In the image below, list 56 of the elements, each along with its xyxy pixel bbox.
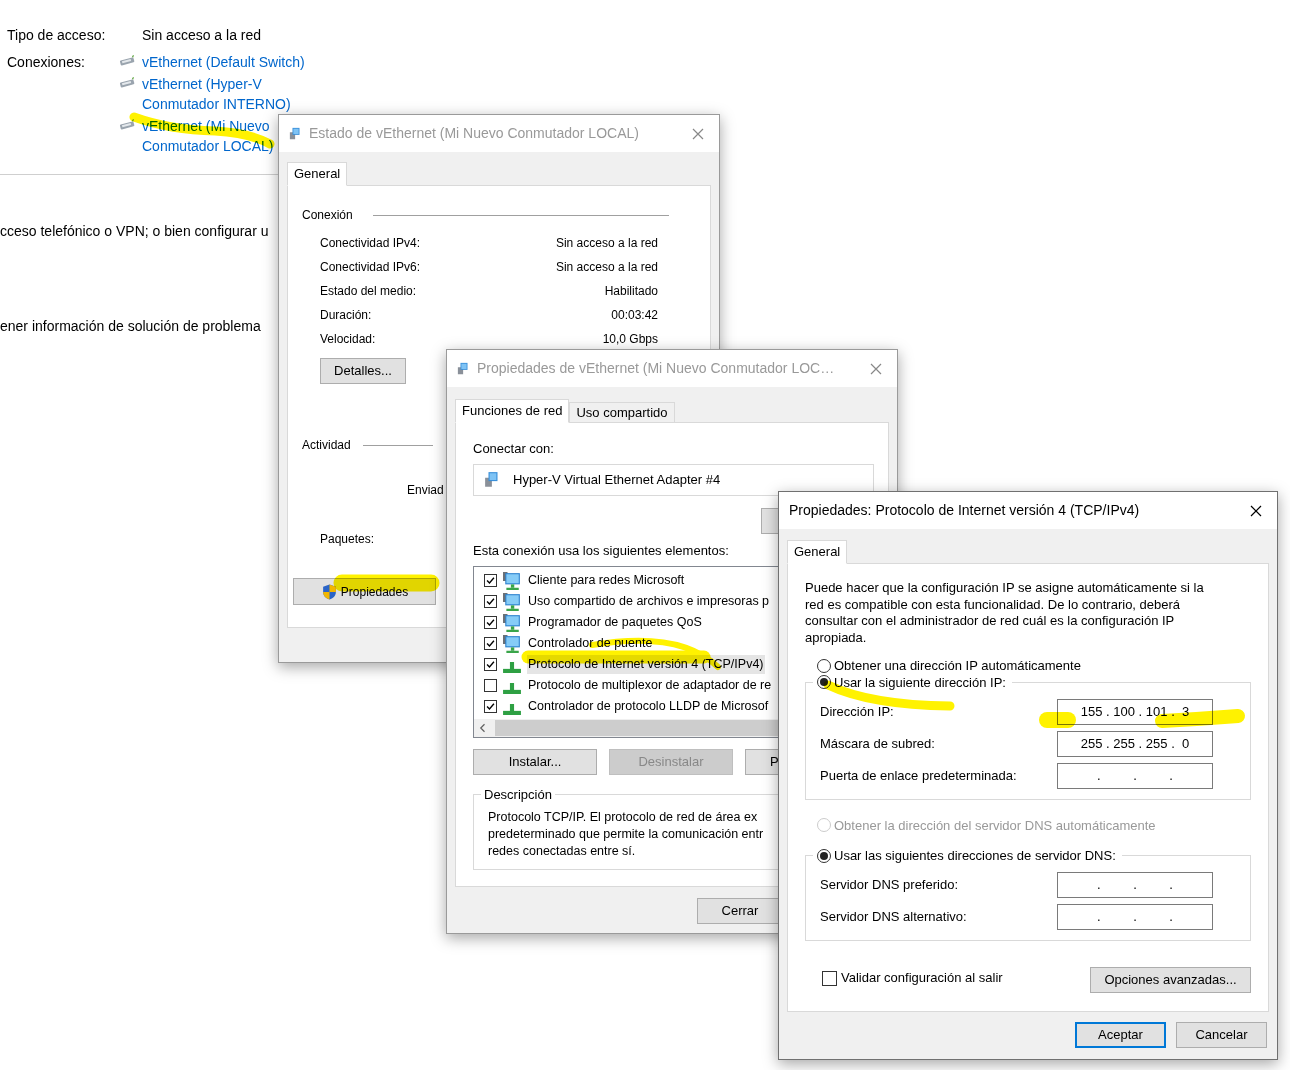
field-label: Tipo de acceso:	[7, 26, 107, 45]
field-label: Servidor DNS alternativo:	[820, 908, 967, 927]
tab[interactable]: Uso compartido	[569, 402, 675, 423]
details-button[interactable]: Detalles...	[320, 358, 406, 384]
dialog-button[interactable]: Cancelar	[1176, 1022, 1267, 1048]
connection-link[interactable]: vEthernet (Default Switch)	[142, 52, 317, 72]
list-item[interactable]: Uso compartido de archivos e impresoras p	[527, 592, 771, 611]
text-fragment: cceso telefónico o VPN; o bien configurar u	[0, 222, 269, 241]
description-text: predeterminado que permite la comunicación entr	[488, 826, 764, 843]
text-fragment: ener información de solución de problema	[0, 317, 261, 336]
field-label: Máscara de subred:	[820, 734, 935, 753]
description-text: Puede hacer que la configuración IP se asigne automáticamente si la red es compatible con esta funcionalidad. De lo contrario, deberá consultar con el administrador de red cuál es la configuración IP apropiada.	[805, 580, 1205, 646]
radio-label[interactable]: Usar las siguientes direcciones de servidor DNS:	[834, 846, 1116, 866]
ip-address-field[interactable]: . . .	[1057, 872, 1213, 898]
window-title: Estado de vEthernet (Mi Nuevo Conmutador LOCAL)	[309, 124, 640, 143]
field-label: Puerta de enlace predeterminada:	[820, 766, 1017, 785]
dialog-button[interactable]: Instalar...	[473, 749, 597, 775]
field-label: Conectar con:	[473, 440, 554, 458]
field-label: Duración:	[320, 307, 372, 321]
description-text: redes conectadas entre sí.	[488, 843, 636, 860]
tab[interactable]: Funciones de red	[455, 399, 570, 423]
list-caption: Esta conexión usa los siguientes elementos:	[473, 541, 729, 560]
field-value: Sin acceso a la red	[555, 235, 658, 249]
tab[interactable]: General	[787, 540, 848, 564]
ip-address-field[interactable]: 255 . 255 . 255 . 0	[1057, 730, 1213, 757]
field-label: Conexiones:	[7, 53, 86, 72]
field-value: 10,0 Gbps	[602, 331, 658, 345]
field-label: Conectividad IPv6:	[320, 259, 421, 273]
field-value: Sin acceso a la red	[555, 259, 658, 273]
field-value: 00:03:42	[611, 307, 658, 321]
field-label: Velocidad:	[320, 331, 376, 345]
connection-link[interactable]: vEthernet (Hyper-V Conmutador INTERNO)	[142, 74, 303, 114]
field-label: Conectividad IPv4:	[320, 235, 421, 249]
ip-address-field[interactable]: . . .	[1057, 904, 1213, 930]
field-label: Dirección IP:	[820, 702, 894, 721]
window-title: Propiedades de vEthernet (Mi Nuevo Conmutador LOC…	[477, 359, 836, 378]
window-title: Propiedades: Protocolo de Internet versión 4 (TCP/IPv4)	[789, 501, 1141, 520]
section-heading: Conexión	[302, 207, 353, 224]
field-value: Sin acceso a la red	[142, 26, 262, 45]
list-item[interactable]: Programador de paquetes QoS	[527, 613, 703, 632]
list-item[interactable]: Cliente para redes Microsoft	[527, 571, 686, 590]
description-text: Protocolo TCP/IP. El protocolo de red de área ex	[488, 809, 758, 826]
tab[interactable]: General	[287, 162, 348, 186]
adapter-name: Hyper-V Virtual Ethernet Adapter #4	[513, 470, 721, 489]
dialog-button[interactable]: Aceptar	[1075, 1022, 1166, 1048]
field-value: Habilitado	[604, 283, 658, 297]
checkbox-label[interactable]: Validar configuración al salir	[841, 968, 1003, 988]
ip-address-field[interactable]: . . .	[1057, 762, 1213, 789]
list-item[interactable]: Protocolo de multiplexor de adaptador de re	[527, 676, 773, 695]
field-label: Estado del medio:	[320, 283, 417, 297]
field-label: Paquetes:	[320, 531, 375, 548]
field-label: Servidor DNS preferido:	[820, 876, 958, 895]
section-heading: Actividad	[302, 437, 351, 454]
advanced-options-button[interactable]: Opciones avanzadas...	[1090, 967, 1251, 993]
list-item[interactable]: Controlador de protocolo LLDP de Microsof	[527, 697, 770, 716]
field-label: Enviad	[407, 482, 444, 499]
